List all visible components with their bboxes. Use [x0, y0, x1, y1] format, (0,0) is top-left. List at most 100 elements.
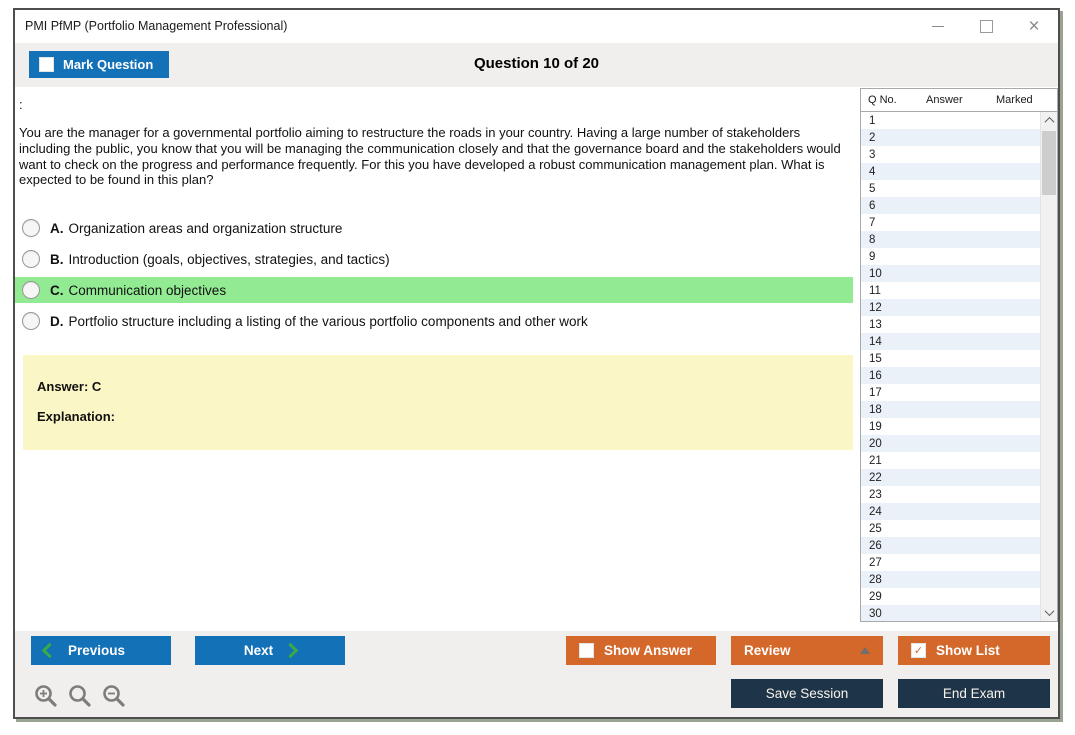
option-b[interactable]: B. Introduction (goals, objectives, strat… — [15, 246, 853, 272]
window-title: PMI PfMP (Portfolio Management Professio… — [25, 19, 288, 33]
question-list-scroll-area — [1040, 112, 1057, 621]
save-session-label: Save Session — [765, 686, 849, 701]
question-list-row[interactable]: 19 — [861, 418, 1057, 435]
question-list-row[interactable]: 23 — [861, 486, 1057, 503]
question-list-row[interactable]: 15 — [861, 350, 1057, 367]
question-list-row[interactable]: 7 — [861, 214, 1057, 231]
question-list-row[interactable]: 29 — [861, 588, 1057, 605]
dropdown-up-icon — [860, 647, 870, 654]
row-q-no: 9 — [869, 250, 876, 263]
maximize-button[interactable] — [978, 19, 994, 35]
review-button[interactable]: Review — [731, 636, 883, 665]
question-list-row[interactable]: 14 — [861, 333, 1057, 350]
question-list-row[interactable]: 17 — [861, 384, 1057, 401]
row-q-no: 25 — [869, 522, 882, 535]
row-q-no: 27 — [869, 556, 882, 569]
question-list-row[interactable]: 28 — [861, 571, 1057, 588]
question-list-row[interactable]: 11 — [861, 282, 1057, 299]
option-text: Organization areas and organization stru… — [68, 220, 343, 236]
scrollbar[interactable] — [1040, 112, 1057, 621]
option-letter: D. — [50, 313, 64, 329]
scroll-up-button[interactable] — [1041, 112, 1057, 129]
radio-button-icon[interactable] — [22, 219, 40, 237]
column-marked: Marked — [996, 94, 1033, 106]
chevron-down-icon — [1044, 606, 1054, 617]
column-answer: Answer — [926, 94, 963, 106]
question-list-row[interactable]: 1 — [861, 112, 1057, 129]
question-list: 1 2 3 4 5 6 7 8 9 10 11 12 13 14 15 16 17 18 19 20 21 22 23 24 2… — [861, 112, 1057, 621]
row-q-no: 15 — [869, 352, 882, 365]
radio-button-icon[interactable] — [22, 312, 40, 330]
question-list-row[interactable]: 5 — [861, 180, 1057, 197]
option-c[interactable]: C. Communication objectives — [15, 277, 853, 303]
question-list-row[interactable]: 22 — [861, 469, 1057, 486]
question-list-row[interactable]: 21 — [861, 452, 1057, 469]
show-answer-label: Show Answer — [604, 643, 693, 658]
zoom-reset-icon[interactable] — [67, 683, 93, 709]
row-q-no: 2 — [869, 131, 876, 144]
question-list-row[interactable]: 10 — [861, 265, 1057, 282]
question-list-row[interactable]: 9 — [861, 248, 1057, 265]
next-button[interactable]: Next — [195, 636, 345, 665]
answer-panel: Answer: C Explanation: — [23, 355, 853, 450]
question-list-row[interactable]: 20 — [861, 435, 1057, 452]
row-q-no: 4 — [869, 165, 876, 178]
option-a[interactable]: A. Organization areas and organization st… — [15, 215, 853, 241]
row-q-no: 23 — [869, 488, 882, 501]
question-prefix: : — [19, 97, 23, 112]
scroll-down-button[interactable] — [1041, 604, 1057, 621]
scrollbar-thumb[interactable] — [1042, 131, 1056, 195]
title-bar: PMI PfMP (Portfolio Management Professio… — [15, 10, 1058, 43]
question-list-row[interactable]: 4 — [861, 163, 1057, 180]
footer-bar: Previous Next Show Answer Review ✓ Show … — [15, 631, 1058, 717]
row-q-no: 29 — [869, 590, 882, 603]
row-q-no: 24 — [869, 505, 882, 518]
row-q-no: 17 — [869, 386, 882, 399]
show-list-label: Show List — [936, 643, 1000, 658]
radio-button-icon[interactable] — [22, 250, 40, 268]
show-list-checkbox[interactable]: ✓ — [911, 643, 926, 658]
question-list-row[interactable]: 18 — [861, 401, 1057, 418]
show-list-button[interactable]: ✓ Show List — [898, 636, 1050, 665]
question-list-row[interactable]: 16 — [861, 367, 1057, 384]
window-controls: × — [898, 10, 1042, 43]
show-answer-button[interactable]: Show Answer — [566, 636, 716, 665]
question-list-row[interactable]: 8 — [861, 231, 1057, 248]
zoom-out-icon[interactable] — [101, 683, 127, 709]
row-q-no: 28 — [869, 573, 882, 586]
question-list-row[interactable]: 13 — [861, 316, 1057, 333]
question-list-row[interactable]: 12 — [861, 299, 1057, 316]
minimize-icon — [932, 25, 944, 28]
question-list-row[interactable]: 30 — [861, 605, 1057, 621]
show-answer-checkbox[interactable] — [579, 643, 594, 658]
save-session-button[interactable]: Save Session — [731, 679, 883, 708]
question-list-row[interactable]: 24 — [861, 503, 1057, 520]
radio-button-icon[interactable] — [22, 281, 40, 299]
option-d[interactable]: D. Portfolio structure including a listin… — [15, 308, 853, 334]
question-list-row[interactable]: 27 — [861, 554, 1057, 571]
end-exam-label: End Exam — [942, 686, 1006, 701]
question-list-row[interactable]: 6 — [861, 197, 1057, 214]
row-q-no: 11 — [869, 284, 881, 297]
question-list-row[interactable]: 26 — [861, 537, 1057, 554]
end-exam-button[interactable]: End Exam — [898, 679, 1050, 708]
option-letter: B. — [50, 251, 64, 267]
row-q-no: 12 — [869, 301, 882, 314]
question-list-row[interactable]: 25 — [861, 520, 1057, 537]
question-list-row[interactable]: 2 — [861, 129, 1057, 146]
minimize-button[interactable] — [930, 19, 946, 35]
option-letter: C. — [50, 282, 64, 298]
previous-button[interactable]: Previous — [31, 636, 171, 665]
review-label: Review — [744, 643, 791, 658]
previous-label: Previous — [68, 643, 126, 658]
column-q-no: Q No. — [868, 94, 897, 106]
question-list-row[interactable]: 3 — [861, 146, 1057, 163]
row-q-no: 30 — [869, 607, 882, 620]
zoom-in-icon[interactable] — [33, 683, 59, 709]
row-q-no: 5 — [869, 182, 876, 195]
chevron-up-icon — [1044, 116, 1054, 127]
answer-label: Answer: C — [37, 379, 102, 394]
chevron-left-icon — [41, 642, 58, 659]
close-icon: × — [1028, 15, 1040, 37]
close-button[interactable]: × — [1026, 15, 1042, 37]
